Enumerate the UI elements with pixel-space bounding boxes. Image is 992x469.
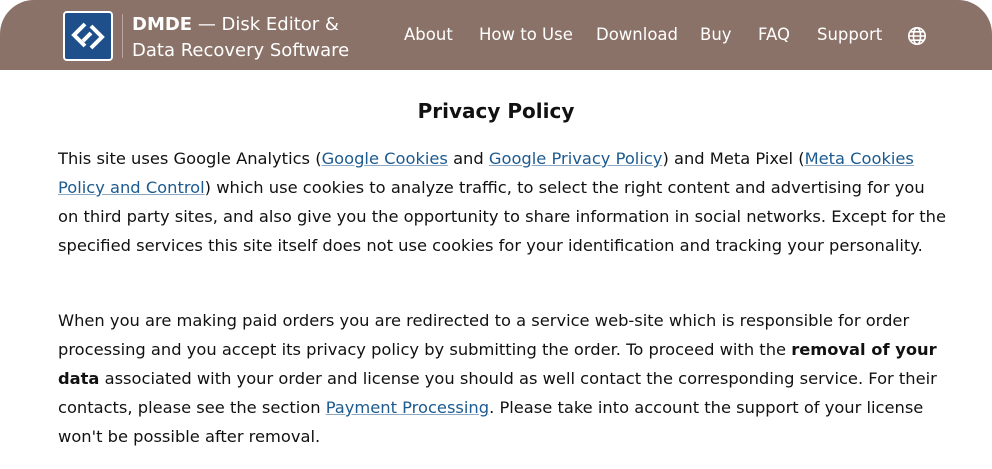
globe-icon[interactable] — [907, 26, 927, 46]
p1-text-1: This site uses Google Analytics ( — [58, 149, 322, 168]
p1-text-2: and — [447, 149, 489, 168]
nav-about[interactable]: About — [404, 24, 453, 46]
link-payment-processing[interactable]: Payment Processing — [326, 398, 489, 417]
nav-support[interactable]: Support — [817, 24, 882, 46]
nav-buy[interactable]: Buy — [700, 24, 732, 46]
paragraph-paid-orders: When you are making paid orders you are … — [58, 306, 948, 451]
link-google-privacy-policy[interactable]: Google Privacy Policy — [489, 149, 663, 168]
brand-title[interactable]: DMDE — Disk Editor & Data Recovery Softw… — [132, 12, 349, 64]
brand-name: DMDE — [132, 14, 193, 35]
nav-download[interactable]: Download — [596, 24, 678, 46]
brand-line1-rest: — Disk Editor & — [192, 14, 339, 35]
brand-divider — [122, 14, 123, 58]
site-header: DMDE — Disk Editor & Data Recovery Softw… — [0, 0, 992, 70]
page-title: Privacy Policy — [417, 99, 575, 123]
nav-how-to-use[interactable]: How to Use — [479, 24, 573, 46]
link-google-cookies[interactable]: Google Cookies — [322, 149, 448, 168]
brand-line2: Data Recovery Software — [132, 40, 350, 61]
logo-mark — [71, 22, 105, 50]
dmde-logo-icon[interactable] — [63, 11, 113, 61]
p1-text-3: ) and Meta Pixel ( — [662, 149, 805, 168]
paragraph-cookies: This site uses Google Analytics (Google … — [58, 144, 948, 260]
nav-faq[interactable]: FAQ — [758, 24, 790, 46]
p2-text-1: When you are making paid orders you are … — [58, 311, 910, 359]
